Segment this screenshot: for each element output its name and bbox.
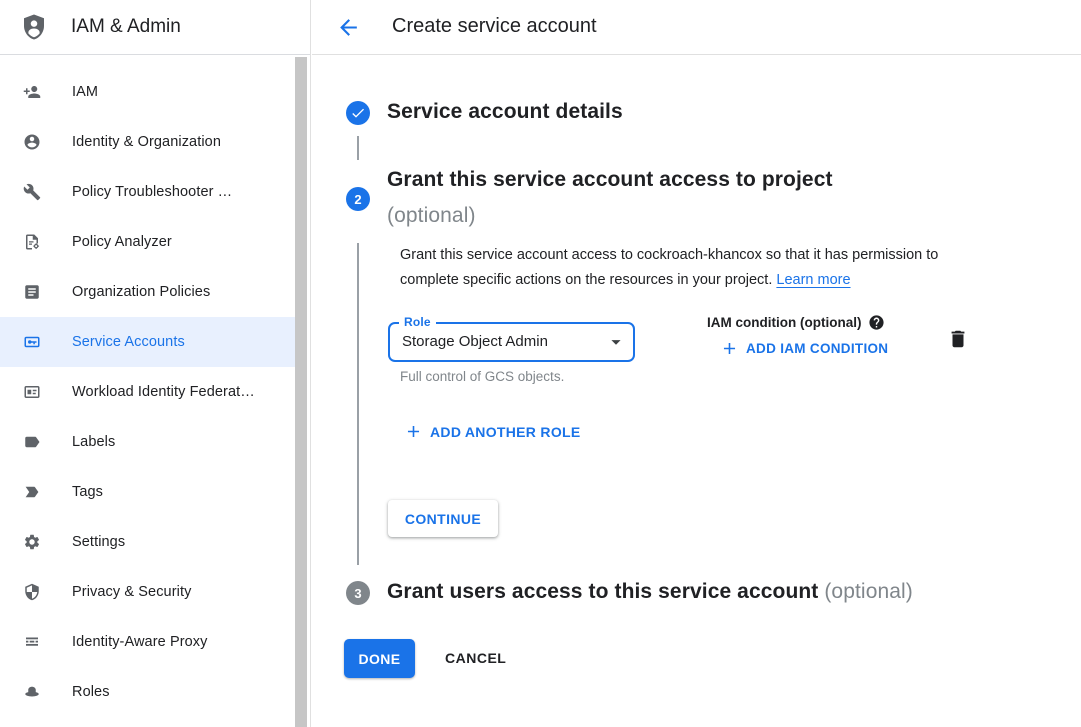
label-tag-icon: [23, 433, 41, 451]
add-iam-condition-button[interactable]: ADD IAM CONDITION: [720, 339, 888, 358]
role-helper-text: Full control of GCS objects.: [400, 369, 564, 384]
sidebar-item-label: Policy Troubleshooter …: [72, 184, 232, 200]
delete-role-button[interactable]: [947, 328, 969, 350]
sidebar-item-organization-policies[interactable]: Organization Policies: [0, 267, 295, 317]
sidebar-scrollbar[interactable]: [295, 57, 307, 727]
plus-icon: [404, 422, 423, 441]
add-iam-condition-label: ADD IAM CONDITION: [746, 341, 888, 356]
done-button[interactable]: DONE: [344, 639, 415, 678]
role-select[interactable]: Role Storage Object Admin: [388, 322, 635, 362]
card-badge-icon: [23, 383, 41, 401]
main-panel: Create service account Service account d…: [312, 0, 1081, 727]
sidebar-item-settings[interactable]: Settings: [0, 517, 295, 567]
step3-title-text: Grant users access to this service accou…: [387, 580, 818, 603]
account-circle-icon: [23, 133, 41, 151]
sidebar-item-label: Policy Analyzer: [72, 234, 172, 250]
learn-more-link[interactable]: Learn more: [776, 272, 850, 288]
step2-title: Grant this service account access to pro…: [387, 168, 833, 192]
add-another-role-label: ADD ANOTHER ROLE: [430, 424, 581, 440]
sidebar-item-service-accounts[interactable]: Service Accounts: [0, 317, 295, 367]
step-connector: [357, 243, 359, 565]
sidebar-item-privacy-security[interactable]: Privacy & Security: [0, 567, 295, 617]
scrollbar-thumb[interactable]: [295, 57, 307, 727]
plus-icon: [720, 339, 739, 358]
sidebar-item-label: Roles: [72, 684, 110, 700]
step2-optional-label: (optional): [387, 204, 476, 228]
sidebar-item-label: Organization Policies: [72, 284, 210, 300]
sidebar-item-roles[interactable]: Roles: [0, 667, 295, 717]
sidebar: IAM & Admin IAM Identity & Organization …: [0, 0, 311, 727]
sidebar-item-iam[interactable]: IAM: [0, 67, 295, 117]
half-shield-icon: [23, 583, 41, 601]
role-selected-value: Storage Object Admin: [402, 324, 548, 360]
person-add-icon: [23, 83, 41, 101]
service-account-key-icon: [23, 333, 41, 351]
chevron-down-icon: [605, 331, 627, 353]
sidebar-nav: IAM Identity & Organization Policy Troub…: [0, 56, 310, 717]
step2-number-badge: 2: [346, 187, 370, 211]
help-icon[interactable]: [868, 314, 885, 331]
gear-icon: [23, 533, 41, 551]
step3-number-badge: 3: [346, 581, 370, 605]
sidebar-item-identity-aware-proxy[interactable]: Identity-Aware Proxy: [0, 617, 295, 667]
tag-arrow-icon: [23, 483, 41, 501]
policy-analyzer-icon: [23, 233, 41, 251]
sidebar-item-label: Identity & Organization: [72, 134, 221, 150]
sidebar-item-label: Service Accounts: [72, 334, 185, 350]
proxy-stripes-icon: [23, 633, 41, 651]
iam-condition-label-text: IAM condition (optional): [707, 315, 861, 330]
cancel-button[interactable]: CANCEL: [445, 639, 506, 678]
sidebar-item-tags[interactable]: Tags: [0, 467, 295, 517]
sidebar-item-label: IAM: [72, 84, 98, 100]
main-header: Create service account: [312, 0, 1081, 55]
add-another-role-button[interactable]: ADD ANOTHER ROLE: [404, 422, 581, 441]
wrench-icon: [23, 183, 41, 201]
iam-admin-shield-icon: [19, 12, 49, 42]
step1-complete-check-icon: [346, 101, 370, 125]
step-connector: [357, 136, 359, 160]
sidebar-item-labels[interactable]: Labels: [0, 417, 295, 467]
sidebar-item-label: Workload Identity Federat…: [72, 384, 255, 400]
page-title: Create service account: [392, 15, 597, 38]
step3-title: Grant users access to this service accou…: [387, 580, 913, 604]
app-root: IAM & Admin IAM Identity & Organization …: [0, 0, 1081, 727]
sidebar-item-policy-troubleshooter[interactable]: Policy Troubleshooter …: [0, 167, 295, 217]
document-lines-icon: [23, 283, 41, 301]
grant-access-description: Grant this service account access to coc…: [400, 243, 986, 293]
description-text: Grant this service account access to coc…: [400, 247, 938, 288]
sidebar-item-label: Privacy & Security: [72, 584, 191, 600]
sidebar-header: IAM & Admin: [0, 0, 310, 55]
step3-optional-label: (optional): [824, 580, 913, 603]
sidebar-title: IAM & Admin: [71, 16, 181, 38]
sidebar-item-label: Tags: [72, 484, 103, 500]
iam-condition-label: IAM condition (optional): [707, 314, 885, 331]
sidebar-item-identity-organization[interactable]: Identity & Organization: [0, 117, 295, 167]
sidebar-item-workload-identity-federation[interactable]: Workload Identity Federat…: [0, 367, 295, 417]
sidebar-item-label: Settings: [72, 534, 125, 550]
step1-title: Service account details: [387, 100, 623, 124]
hat-icon: [23, 683, 41, 701]
sidebar-item-label: Identity-Aware Proxy: [72, 634, 208, 650]
sidebar-item-policy-analyzer[interactable]: Policy Analyzer: [0, 217, 295, 267]
sidebar-item-label: Labels: [72, 434, 115, 450]
back-arrow-icon[interactable]: [336, 15, 361, 40]
continue-button[interactable]: CONTINUE: [388, 500, 498, 537]
